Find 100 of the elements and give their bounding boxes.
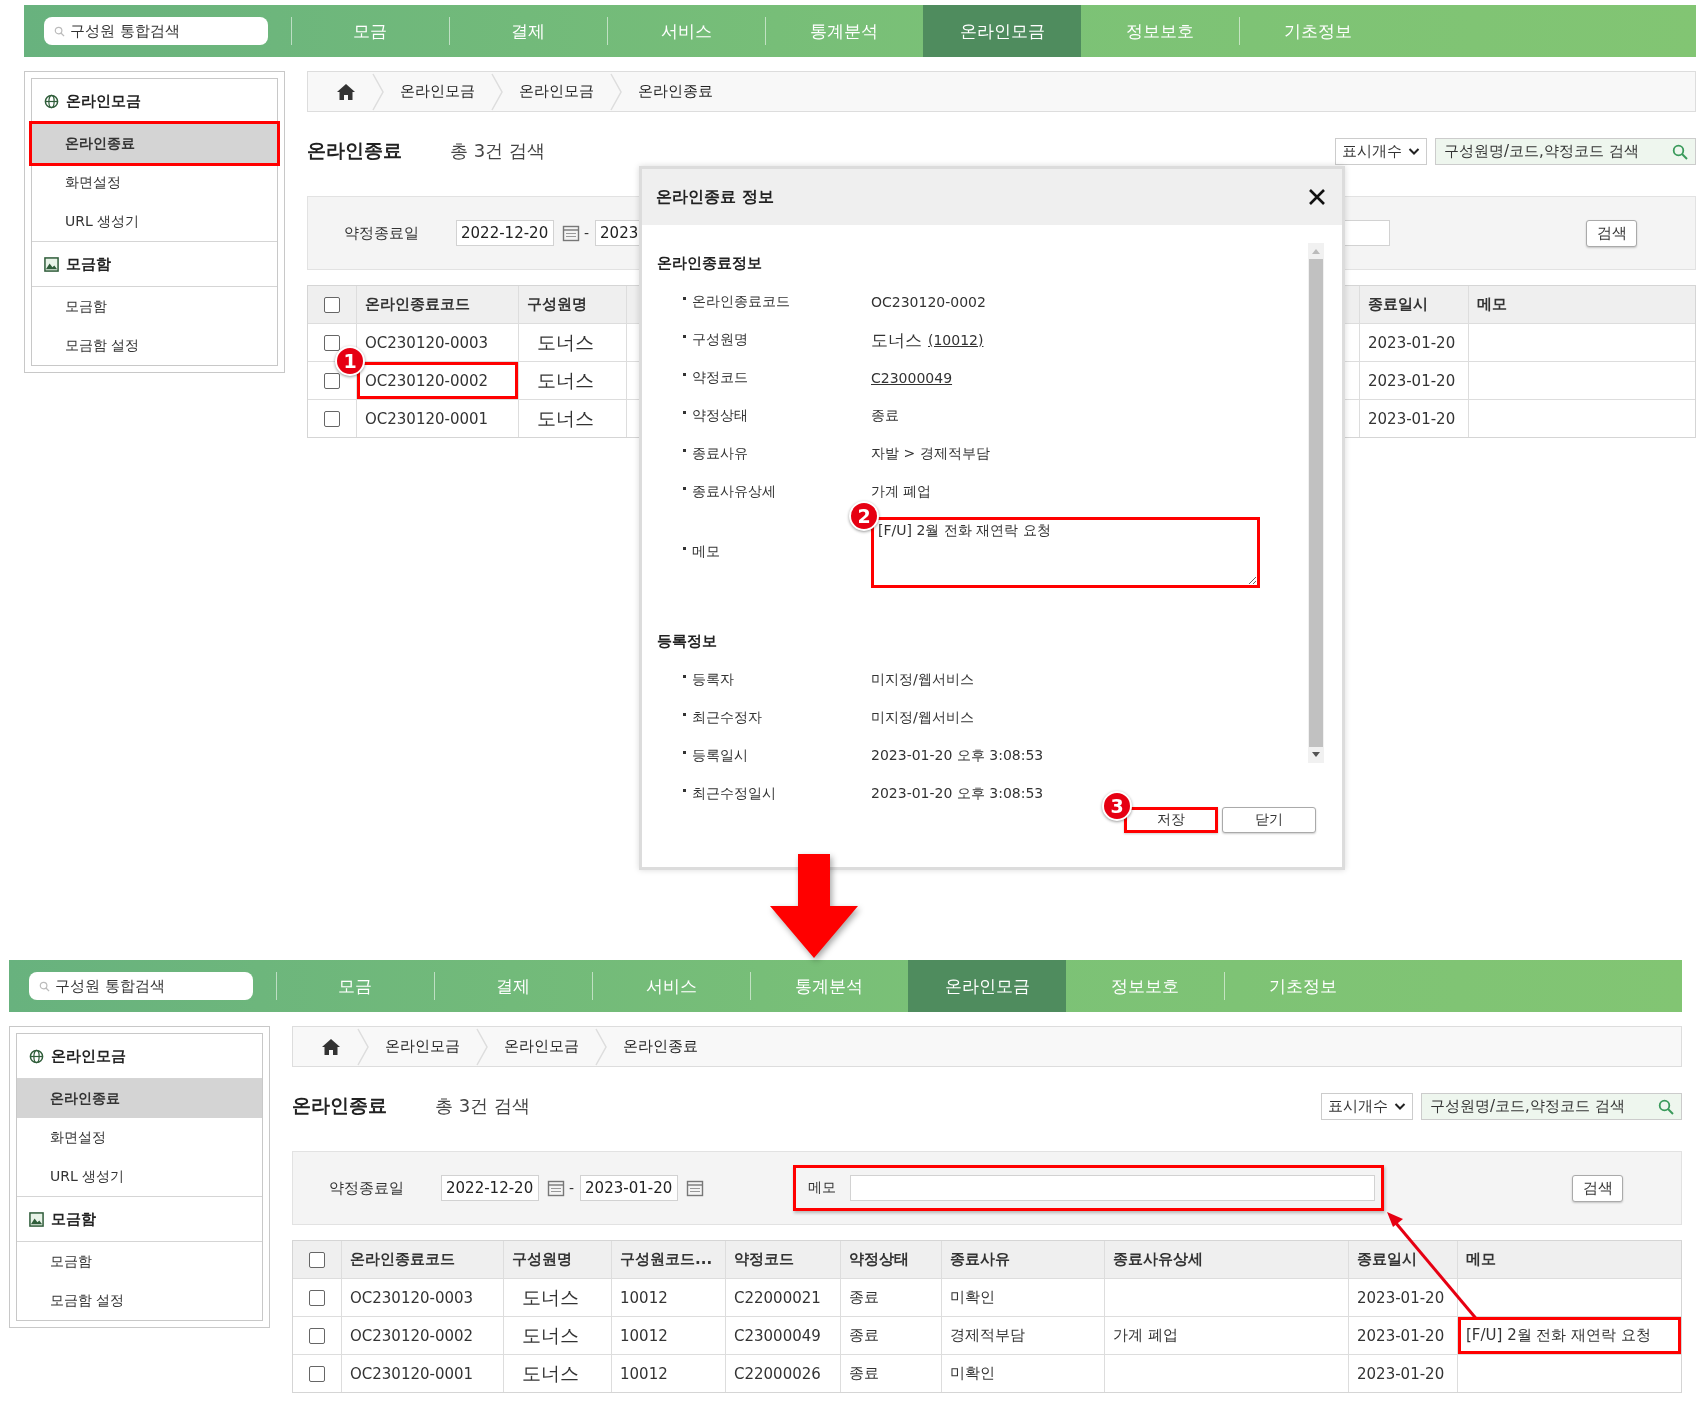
breadcrumb-link[interactable]: 온라인모금 — [400, 82, 475, 101]
close-icon[interactable] — [1308, 188, 1326, 206]
result-count: 총 3건 검색 — [450, 139, 545, 163]
table-cell: 미확인 — [950, 1288, 995, 1307]
table-cell: OC230120-0002 — [350, 1326, 474, 1345]
memo-field[interactable]: [F/U] 2월 전화 재연락 요청 — [871, 516, 1260, 588]
range-separator: - — [569, 1180, 575, 1196]
table-cell: OC230120-0003 — [350, 1288, 474, 1307]
field-link[interactable]: (10012) — [928, 332, 984, 348]
breadcrumb-link[interactable]: 온라인모금 — [385, 1037, 460, 1056]
home-icon[interactable] — [321, 1037, 341, 1056]
column-header: 메모 — [1466, 1250, 1496, 1269]
chevron-down-icon — [1408, 146, 1420, 156]
breadcrumb-link[interactable]: 온라인모금 — [519, 82, 594, 101]
table-cell: 가계 폐업 — [1113, 1326, 1178, 1345]
checkbox[interactable] — [324, 296, 340, 313]
checkbox[interactable] — [309, 1289, 325, 1306]
sidebar-group-title: 모금함 — [51, 1209, 96, 1229]
bullet-icon — [683, 788, 686, 792]
field-link[interactable]: C23000049 — [871, 370, 953, 386]
date-field[interactable]: 2022-12-20 — [441, 1175, 539, 1201]
menu-tab[interactable]: 온라인모금 — [923, 5, 1081, 57]
column-header: 종료일시 — [1357, 1250, 1417, 1269]
member-search-field[interactable]: 구성원 통합검색 — [44, 17, 268, 45]
date-field[interactable]: 2023-01-20 — [580, 1175, 679, 1201]
field-label: 종료사유 — [692, 445, 749, 463]
sidebar-item[interactable]: 화면설정 — [17, 1118, 262, 1157]
search-icon[interactable] — [1658, 1098, 1674, 1115]
bullet-icon — [683, 372, 686, 376]
sidebar-group-title: 모금함 — [66, 254, 111, 274]
table-cell-text: 도너스 — [537, 329, 594, 355]
table-cell: 2023-01-20 — [1368, 333, 1456, 352]
step-number-badge: 3 — [1102, 791, 1132, 821]
column-header: 온라인종료코드 — [365, 295, 470, 314]
bullet-icon — [683, 712, 686, 716]
table-cell: OC230120-0002 — [365, 371, 489, 390]
sidebar-item[interactable]: URL 생성기 — [17, 1157, 262, 1196]
field-label: 최근수정일시 — [692, 785, 777, 803]
bullet-icon — [683, 410, 686, 414]
member-search-field[interactable]: 구성원 통합검색 — [29, 972, 253, 1000]
calendar-icon[interactable] — [686, 1179, 705, 1197]
field-label: 등록일시 — [692, 747, 749, 765]
sidebar-item[interactable]: 모금함 설정 — [32, 326, 277, 365]
search-button[interactable]: 검색 — [1572, 1174, 1623, 1202]
dialog-button[interactable]: 저장 — [1124, 807, 1218, 833]
field-label: 최근수정자 — [692, 709, 763, 727]
sidebar-item[interactable]: 모금함 설정 — [17, 1281, 262, 1320]
table-cell-text: 도너스 — [537, 367, 594, 393]
field-value: 2023-01-20 오후 3:08:53 — [871, 785, 1044, 803]
field-label: 종료사유상세 — [692, 483, 777, 501]
search-icon[interactable] — [1672, 143, 1688, 160]
sidebar-item[interactable]: URL 생성기 — [32, 202, 277, 241]
search-button[interactable]: 검색 — [1586, 219, 1637, 247]
breadcrumb-link[interactable]: 온라인종료 — [638, 82, 713, 101]
sidebar-item[interactable]: 화면설정 — [32, 163, 277, 202]
checkbox[interactable] — [324, 372, 340, 389]
table-cell: 2023-01-20 — [1368, 409, 1456, 428]
page-size-select[interactable]: 표시개수 — [1335, 137, 1427, 165]
breadcrumb-link[interactable]: 온라인종료 — [623, 1037, 698, 1056]
scrollbar[interactable] — [1308, 243, 1324, 763]
table-cell: OC230120-0001 — [350, 1364, 474, 1383]
sidebar-item[interactable]: 온라인종료 — [17, 1079, 262, 1118]
table-cell: OC230120-0003 — [365, 333, 489, 352]
page-title: 온라인종료 — [307, 138, 402, 163]
table-cell: C22000026 — [734, 1364, 821, 1383]
column-header: 구성원코드... — [620, 1250, 713, 1269]
menu-tab[interactable]: 온라인모금 — [908, 960, 1066, 1012]
sidebar-item[interactable]: 온라인종료 — [32, 124, 277, 163]
checkbox[interactable] — [309, 1251, 325, 1268]
dialog-button[interactable]: 닫기 — [1222, 807, 1316, 833]
field-value: 가계 폐업 — [871, 483, 932, 501]
checkbox[interactable] — [309, 1327, 325, 1344]
checkbox[interactable] — [309, 1365, 325, 1382]
sidebar-item[interactable]: 모금함 — [32, 287, 277, 326]
bullet-icon — [683, 486, 686, 490]
table-cell: 2023-01-20 — [1357, 1364, 1445, 1383]
table-cell: OC230120-0001 — [365, 409, 489, 428]
page-size-select[interactable]: 표시개수 — [1321, 1092, 1413, 1120]
calendar-icon[interactable] — [562, 224, 580, 242]
calendar-icon[interactable] — [547, 1179, 565, 1197]
table-cell: C23000049 — [734, 1326, 821, 1345]
keyword-search-field[interactable]: 구성원명/코드,약정코드 검색 — [1421, 1092, 1682, 1120]
scroll-down-icon[interactable] — [1311, 751, 1321, 759]
section-title: 온라인종료정보 — [657, 252, 763, 274]
date-field[interactable]: 2022-12-20 — [456, 220, 554, 246]
breadcrumb-link[interactable]: 온라인모금 — [504, 1037, 579, 1056]
sidebar-item[interactable]: 모금함 — [17, 1242, 262, 1281]
column-header: 메모 — [1477, 295, 1507, 314]
table-cell-text: 도너스 — [522, 1284, 579, 1310]
table-cell: 미확인 — [950, 1364, 995, 1383]
step-number-badge: 2 — [849, 500, 879, 531]
search-icon — [39, 981, 50, 992]
globe-icon — [44, 93, 59, 109]
checkbox[interactable] — [324, 410, 340, 427]
checkbox[interactable] — [324, 334, 340, 351]
table-cell-text: 도너스 — [522, 1360, 579, 1386]
memo-field[interactable] — [850, 1175, 1376, 1201]
bullet-icon — [683, 674, 686, 678]
home-icon[interactable] — [336, 82, 356, 101]
keyword-search-field[interactable]: 구성원명/코드,약정코드 검색 — [1435, 137, 1696, 165]
